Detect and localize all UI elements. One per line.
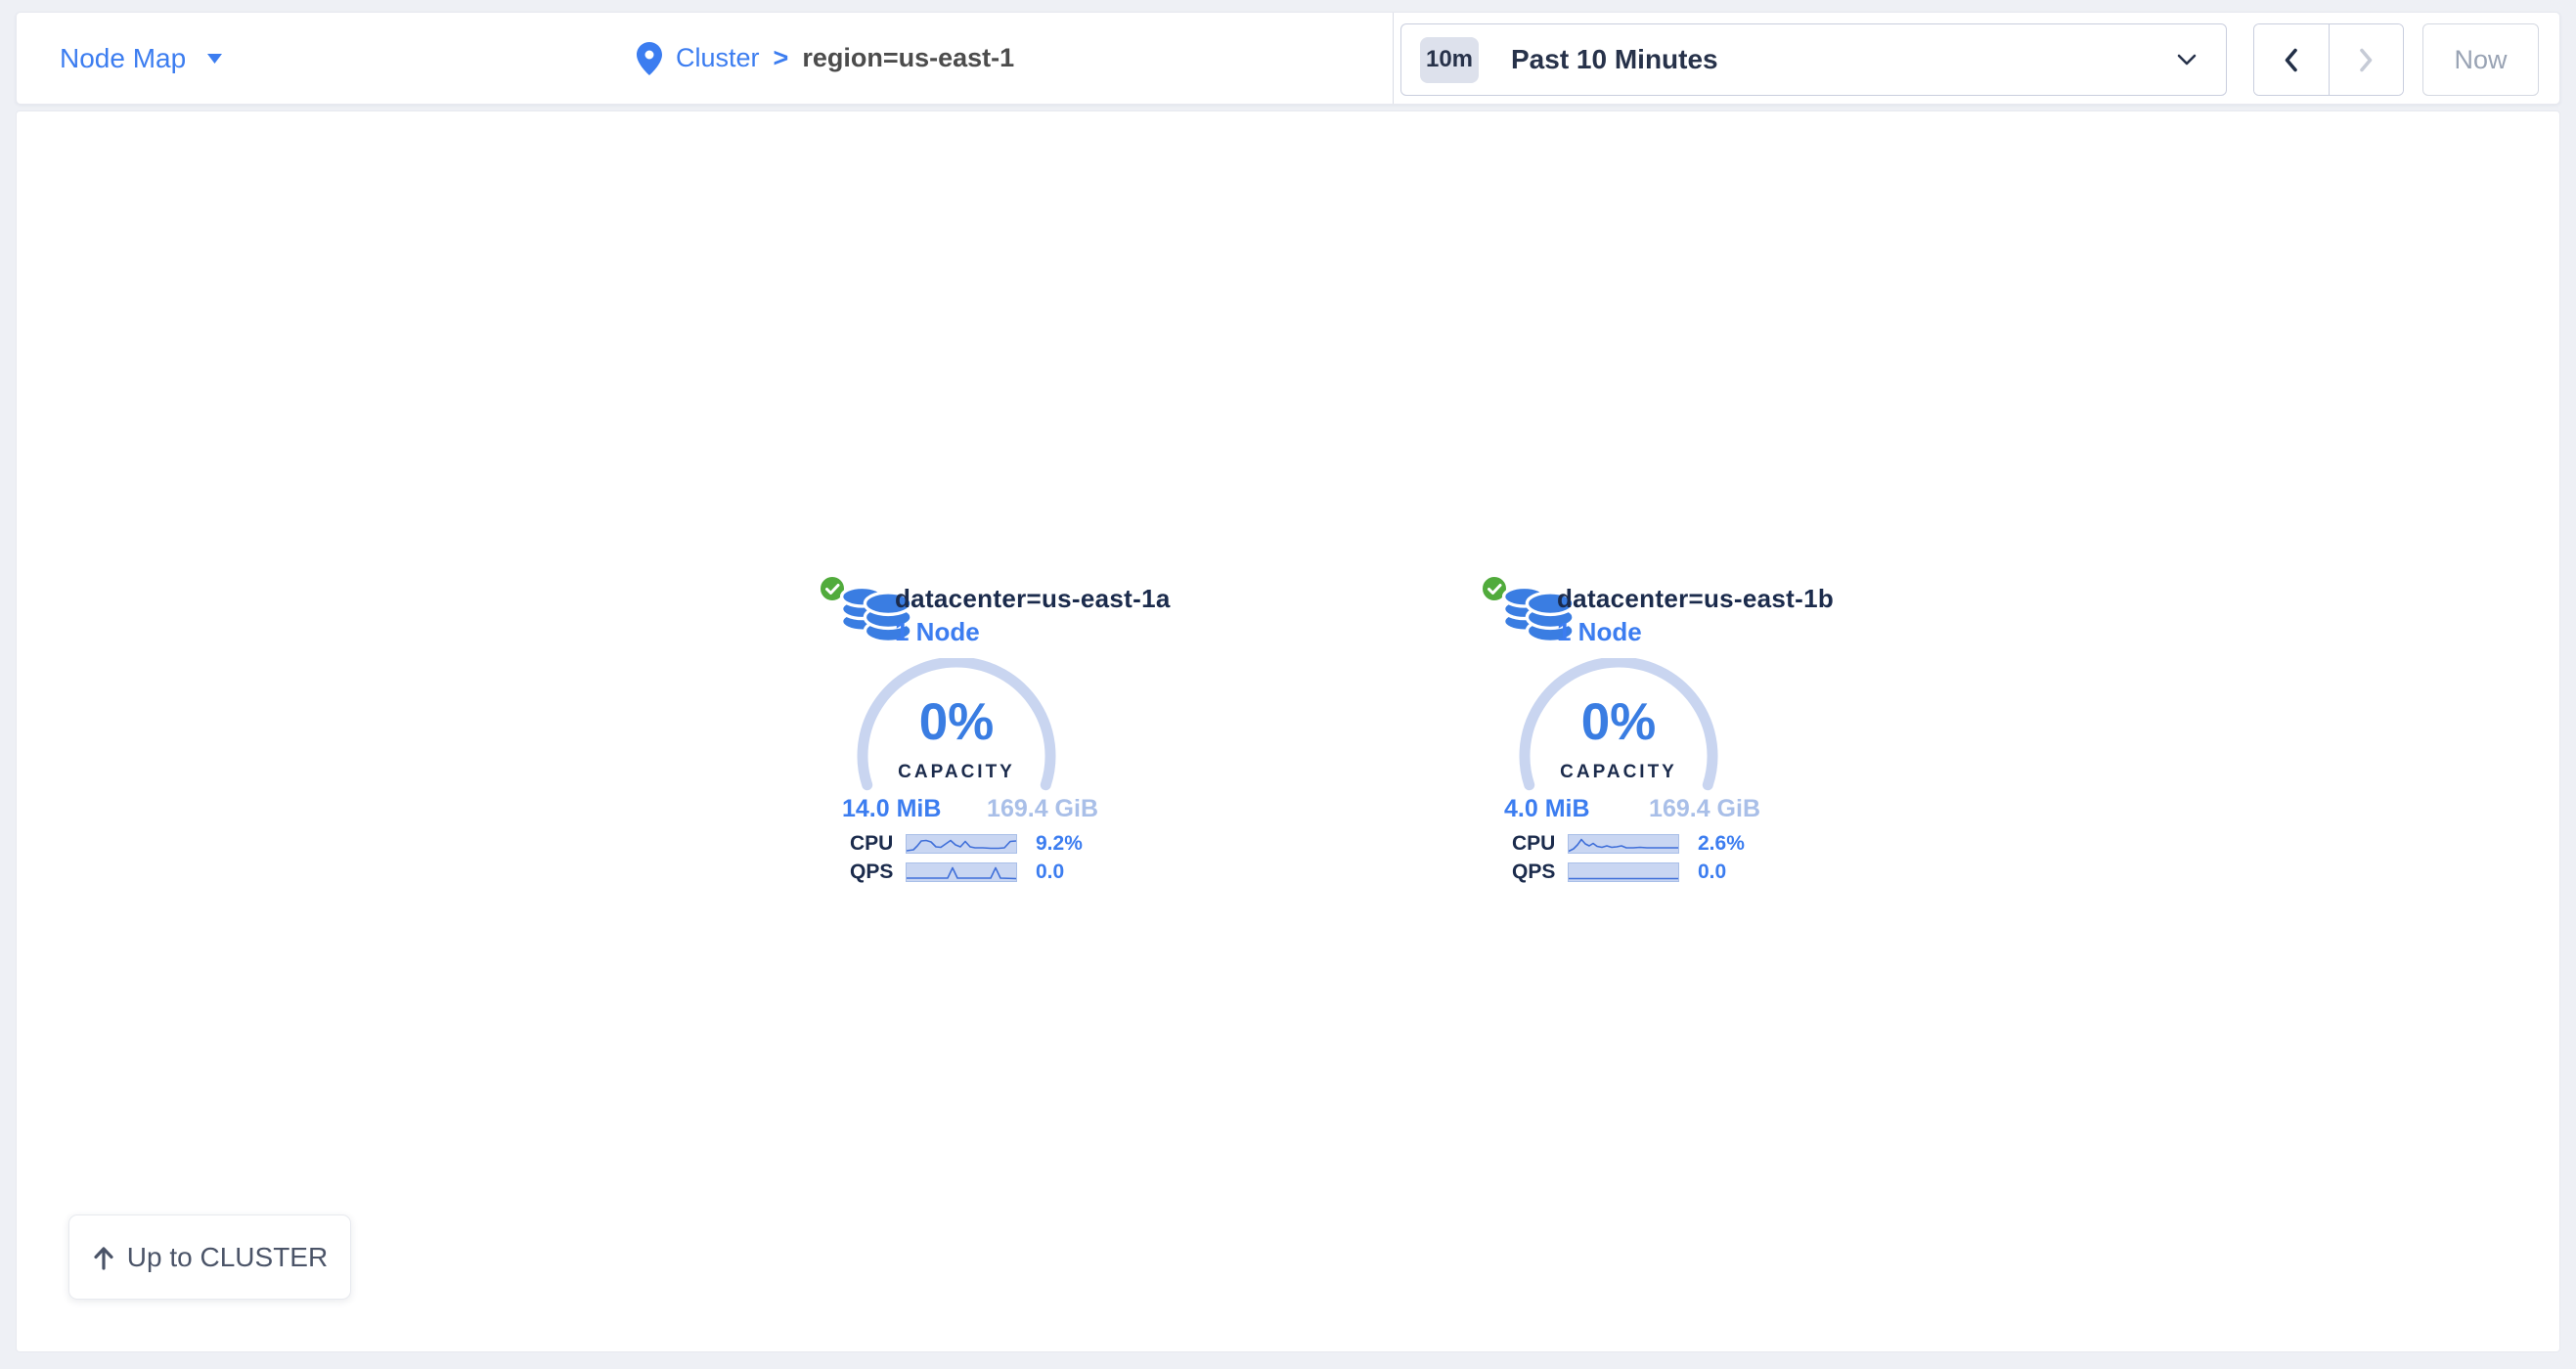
time-range-label: Past 10 Minutes: [1511, 44, 1718, 75]
locality-title: datacenter=us-east-1a: [895, 584, 1171, 614]
time-next-button[interactable]: [2330, 24, 2404, 95]
capacity-percent: 0%: [849, 695, 1064, 750]
qps-value: 0.0: [1036, 861, 1064, 884]
locality-node-count[interactable]: 1 Node: [895, 617, 980, 647]
cpu-sparkline: [906, 834, 1017, 854]
qps-metric-row: QPS 0.0: [850, 861, 1064, 884]
view-selector-label: Node Map: [60, 43, 186, 74]
up-to-cluster-label: Up to CLUSTER: [127, 1242, 328, 1273]
cpu-sparkline: [1568, 834, 1679, 854]
capacity-total: 169.4 GiB: [1649, 795, 1760, 823]
time-pager: [2253, 23, 2404, 96]
capacity-row: 4.0 MiB 169.4 GiB: [1504, 795, 1760, 823]
capacity-total: 169.4 GiB: [987, 795, 1098, 823]
up-to-cluster-button[interactable]: Up to CLUSTER: [68, 1214, 351, 1300]
locality-card[interactable]: datacenter=us-east-1b 1 Node 0% CAPACITY…: [1475, 568, 1768, 893]
cpu-label: CPU: [1512, 832, 1563, 856]
breadcrumb: Cluster > region=us-east-1: [637, 13, 1014, 104]
view-selector-dropdown[interactable]: Node Map: [60, 13, 222, 104]
capacity-label: CAPACITY: [1511, 762, 1726, 783]
breadcrumb-separator: >: [774, 43, 789, 73]
node-map-screen: Node Map Cluster > region=us-east-1 10m …: [0, 0, 2576, 1369]
capacity-row: 14.0 MiB 169.4 GiB: [842, 795, 1098, 823]
cpu-value: 9.2%: [1036, 832, 1083, 856]
location-pin-icon: [637, 42, 662, 75]
time-range-dropdown[interactable]: 10m Past 10 Minutes: [1400, 23, 2227, 96]
chevron-right-icon: [2359, 48, 2374, 72]
now-button[interactable]: Now: [2422, 23, 2539, 96]
node-map-canvas: datacenter=us-east-1a 1 Node 0% CAPACITY…: [16, 110, 2560, 1352]
qps-label: QPS: [850, 861, 901, 884]
qps-sparkline: [906, 862, 1017, 882]
locality-title: datacenter=us-east-1b: [1557, 584, 1834, 614]
locality-card[interactable]: datacenter=us-east-1a 1 Node 0% CAPACITY…: [813, 568, 1106, 893]
capacity-used: 4.0 MiB: [1504, 795, 1590, 823]
locality-node-count[interactable]: 1 Node: [1557, 617, 1642, 647]
cpu-metric-row: CPU 9.2%: [850, 832, 1083, 856]
time-prev-button[interactable]: [2254, 24, 2330, 95]
chevron-down-icon: [2177, 54, 2197, 66]
capacity-percent: 0%: [1511, 695, 1726, 750]
chevron-left-icon: [2284, 48, 2298, 72]
topbar-divider: [1393, 13, 1394, 104]
cpu-metric-row: CPU 2.6%: [1512, 832, 1745, 856]
qps-label: QPS: [1512, 861, 1563, 884]
qps-value: 0.0: [1698, 861, 1726, 884]
breadcrumb-cluster-link[interactable]: Cluster: [676, 43, 760, 73]
chevron-down-icon: [207, 54, 222, 64]
arrow-up-icon: [92, 1245, 115, 1270]
capacity-used: 14.0 MiB: [842, 795, 941, 823]
time-range-badge: 10m: [1420, 37, 1479, 83]
cpu-label: CPU: [850, 832, 901, 856]
cpu-value: 2.6%: [1698, 832, 1745, 856]
qps-sparkline: [1568, 862, 1679, 882]
capacity-label: CAPACITY: [849, 762, 1064, 783]
topbar: Node Map Cluster > region=us-east-1 10m …: [16, 12, 2560, 105]
breadcrumb-current-locality: region=us-east-1: [802, 43, 1014, 73]
qps-metric-row: QPS 0.0: [1512, 861, 1726, 884]
